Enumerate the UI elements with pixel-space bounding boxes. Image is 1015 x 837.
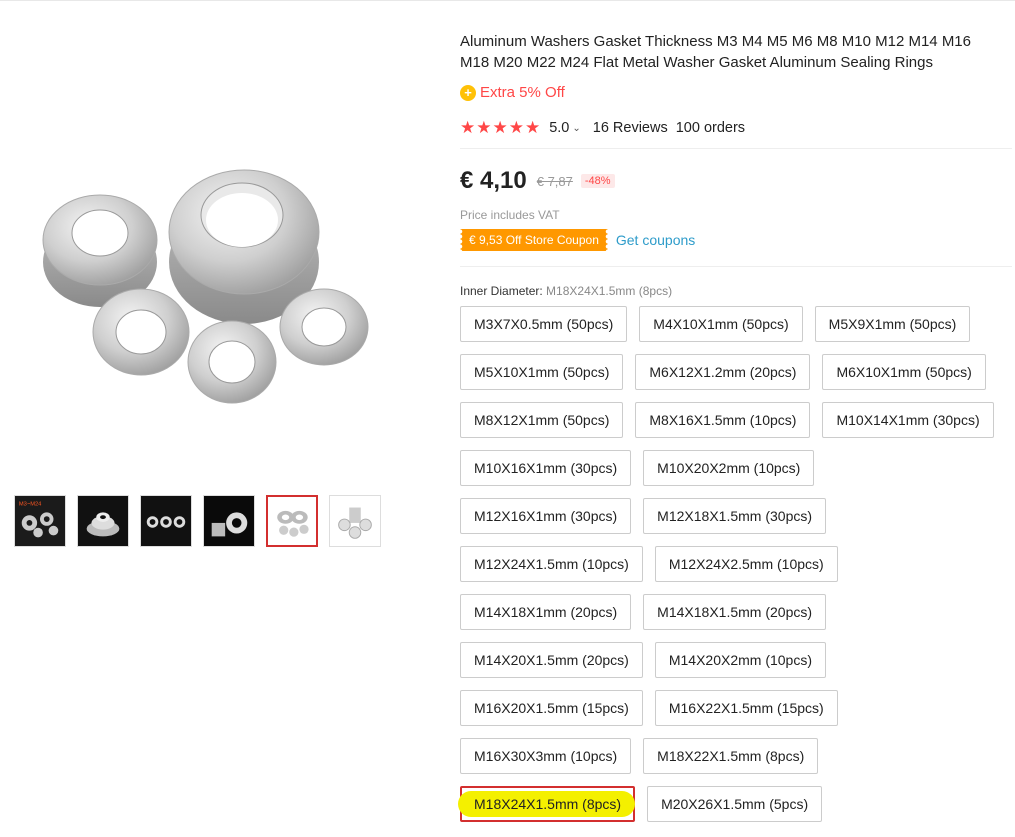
- sku-option-label: M6X12X1.2mm (20pcs): [649, 364, 797, 380]
- thumbnail-6[interactable]: [329, 495, 381, 547]
- coin-icon: +: [460, 84, 476, 101]
- sku-option[interactable]: M10X14X1mm (30pcs): [822, 402, 994, 438]
- main-product-image[interactable]: [14, 100, 394, 430]
- sku-option-label: M16X30X3mm (10pcs): [474, 748, 618, 764]
- sku-option[interactable]: M14X20X2mm (10pcs): [654, 642, 827, 678]
- option-row: M10X16X1mm (30pcs) M10X20X2mm (10pcs): [460, 450, 1012, 486]
- discount-badge: -48%: [580, 174, 615, 188]
- coupon-row: € 9,53 Off Store Coupon Get coupons: [460, 229, 695, 251]
- rating-value[interactable]: 5.0: [549, 120, 569, 136]
- promo-text: Extra 5% Off: [480, 84, 565, 101]
- option-row: M14X20X1.5mm (20pcs) M14X20X2mm (10pcs): [460, 642, 1012, 678]
- star-rating-icon: ★★★★★: [460, 118, 542, 137]
- sku-option[interactable]: M16X20X1.5mm (15pcs): [460, 690, 643, 726]
- option-row: M18X24X1.5mm (8pcs) M20X26X1.5mm (5pcs): [458, 786, 1012, 822]
- sku-option-label: M10X20X2mm (10pcs): [657, 460, 801, 476]
- sku-label: Inner Diameter: M18X24X1.5mm (8pcs): [460, 284, 672, 298]
- sku-option[interactable]: M16X22X1.5mm (15pcs): [654, 690, 838, 726]
- sku-option[interactable]: M12X18X1.5mm (30pcs): [643, 498, 827, 534]
- sku-option-label: M12X18X1.5mm (30pcs): [657, 508, 813, 524]
- get-coupons-link[interactable]: Get coupons: [616, 232, 695, 248]
- sku-options: M3X7X0.5mm (50pcs) M4X10X1mm (50pcs) M5X9X…: [458, 306, 1012, 834]
- sku-option[interactable]: M6X10X1mm (50pcs): [822, 354, 986, 390]
- sku-option[interactable]: M8X16X1.5mm (10pcs): [635, 402, 811, 438]
- sku-option-label: M8X16X1.5mm (10pcs): [649, 412, 797, 428]
- thumbnail-2[interactable]: [77, 495, 129, 547]
- sku-option-label: M5X10X1mm (50pcs): [474, 364, 610, 380]
- sku-option[interactable]: M12X16X1mm (30pcs): [460, 498, 632, 534]
- price-row: € 4,10 € 7,87 -48%: [460, 167, 615, 195]
- option-row: M16X30X3mm (10pcs) M18X22X1.5mm (8pcs): [460, 738, 1012, 774]
- sku-option[interactable]: M10X20X2mm (10pcs): [643, 450, 815, 486]
- sku-option[interactable]: M6X12X1.2mm (20pcs): [635, 354, 811, 390]
- sku-option[interactable]: M10X16X1mm (30pcs): [460, 450, 632, 486]
- sku-option[interactable]: M14X18X1mm (20pcs): [460, 594, 632, 630]
- sku-option-label: M5X9X1mm (50pcs): [828, 316, 957, 332]
- sku-option[interactable]: M14X18X1.5mm (20pcs): [643, 594, 827, 630]
- product-title: Aluminum Washers Gasket Thickness M3 M4 …: [460, 33, 971, 71]
- thumbnail-3[interactable]: [140, 495, 192, 547]
- thumbnail-strip: M3~M24: [14, 495, 381, 547]
- sku-option-label: M18X22X1.5mm (8pcs): [657, 748, 805, 764]
- option-row: M12X24X1.5mm (10pcs) M12X24X2.5mm (10pcs): [460, 546, 1012, 582]
- thumbnail-label: M3~M24: [19, 502, 42, 508]
- thumbnail-1[interactable]: M3~M24: [14, 495, 66, 547]
- sku-option[interactable]: M5X10X1mm (50pcs): [460, 354, 624, 390]
- rating-row: ★★★★★ 5.0 ⌄ 16 Reviews 100 orders: [460, 118, 745, 138]
- option-row: M8X12X1mm (50pcs) M8X16X1.5mm (10pcs) M10X…: [460, 402, 1012, 438]
- sku-option-label: M16X20X1.5mm (15pcs): [474, 700, 629, 716]
- sku-option[interactable]: M12X24X2.5mm (10pcs): [654, 546, 838, 582]
- sku-property-name: Inner Diameter:: [460, 284, 543, 298]
- top-divider: [0, 0, 1015, 1]
- thumbnail-4[interactable]: [203, 495, 255, 547]
- sku-selected-value: M18X24X1.5mm (8pcs): [546, 284, 673, 298]
- sku-option-label: M14X20X2mm (10pcs): [668, 652, 813, 668]
- sku-option[interactable]: M16X30X3mm (10pcs): [460, 738, 632, 774]
- sku-option-label: M3X7X0.5mm (50pcs): [474, 316, 614, 332]
- sku-option-label: M6X10X1mm (50pcs): [836, 364, 972, 380]
- sku-option-label: M14X18X1mm (20pcs): [474, 604, 618, 620]
- vat-note: Price includes VAT: [460, 208, 560, 222]
- sku-option[interactable]: M20X26X1.5mm (5pcs): [647, 786, 823, 822]
- sku-option[interactable]: M14X20X1.5mm (20pcs): [460, 642, 643, 678]
- sku-option-label: M12X16X1mm (30pcs): [474, 508, 618, 524]
- sku-option-label: M10X14X1mm (30pcs): [836, 412, 980, 428]
- sku-option-label: M12X24X1.5mm (10pcs): [474, 556, 629, 572]
- sku-option-selected[interactable]: M18X24X1.5mm (8pcs): [458, 786, 636, 822]
- sku-option[interactable]: M5X9X1mm (50pcs): [814, 306, 971, 342]
- sku-option[interactable]: M3X7X0.5mm (50pcs): [460, 306, 628, 342]
- sku-option-label: M4X10X1mm (50pcs): [653, 316, 789, 332]
- sku-option[interactable]: M8X12X1mm (50pcs): [460, 402, 624, 438]
- sku-option-label: M8X12X1mm (50pcs): [474, 412, 610, 428]
- sku-option[interactable]: M4X10X1mm (50pcs): [639, 306, 803, 342]
- sku-option-label: M14X20X1.5mm (20pcs): [474, 652, 629, 668]
- sku-option-label: M12X24X2.5mm (10pcs): [668, 556, 824, 572]
- divider: [460, 148, 1012, 149]
- promo-banner: + Extra 5% Off: [460, 84, 565, 101]
- option-row: M3X7X0.5mm (50pcs) M4X10X1mm (50pcs) M5X9X…: [460, 306, 1012, 342]
- thumbnail-5[interactable]: [266, 495, 318, 547]
- sku-option[interactable]: M12X24X1.5mm (10pcs): [460, 546, 643, 582]
- option-row: M14X18X1mm (20pcs) M14X18X1.5mm (20pcs): [460, 594, 1012, 630]
- option-row: M12X16X1mm (30pcs) M12X18X1.5mm (30pcs): [460, 498, 1012, 534]
- sku-option-label: M16X22X1.5mm (15pcs): [668, 700, 824, 716]
- option-row: M5X10X1mm (50pcs) M6X12X1.2mm (20pcs) M6X1…: [460, 354, 1012, 390]
- option-row: M16X20X1.5mm (15pcs) M16X22X1.5mm (15pcs): [460, 690, 1012, 726]
- sku-option-label: M20X26X1.5mm (5pcs): [661, 796, 809, 812]
- orders-count: 100 orders: [675, 120, 746, 136]
- chevron-down-icon[interactable]: ⌄: [572, 123, 580, 134]
- original-price: € 7,87: [536, 173, 573, 189]
- divider: [460, 266, 1012, 267]
- current-price: € 4,10: [460, 167, 527, 194]
- sku-option-label: M10X16X1mm (30pcs): [474, 460, 618, 476]
- reviews-link[interactable]: 16 Reviews: [593, 120, 668, 136]
- sku-option-label: M14X18X1.5mm (20pcs): [657, 604, 813, 620]
- store-coupon-badge[interactable]: € 9,53 Off Store Coupon: [460, 229, 608, 251]
- sku-option[interactable]: M18X22X1.5mm (8pcs): [643, 738, 819, 774]
- sku-option-label: M18X24X1.5mm (8pcs): [474, 796, 622, 812]
